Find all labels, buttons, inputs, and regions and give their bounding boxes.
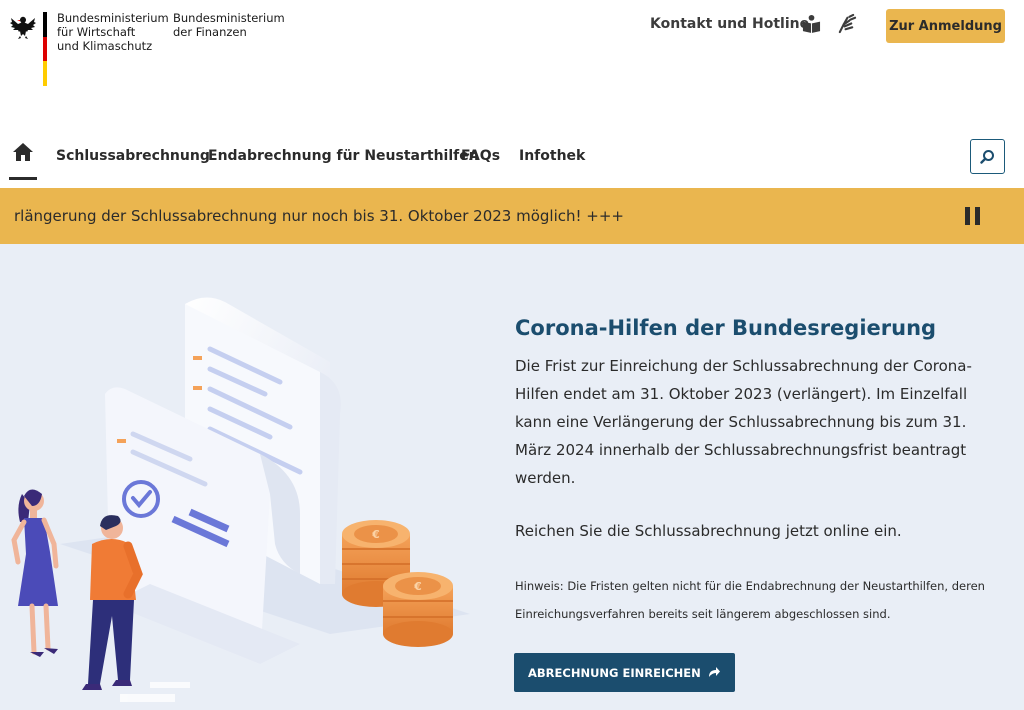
hero-illustration: € € xyxy=(11,297,470,702)
easy-language-book-icon[interactable] xyxy=(802,14,821,33)
ministry-logo-bmwk[interactable]: Bundesministerium für Wirtschaft und Kli… xyxy=(57,11,169,53)
hero-cta-text: Reichen Sie die Schlussabrechnung jetzt … xyxy=(515,522,902,540)
home-icon xyxy=(13,143,33,161)
sign-language-hands-icon[interactable] xyxy=(836,13,857,34)
contact-hotline-link[interactable]: Kontakt und Hotline xyxy=(650,16,809,32)
search-icon xyxy=(980,150,994,164)
hero-paragraph: Die Frist zur Einreichung der Schlussabr… xyxy=(515,357,972,487)
nav-item-infothek[interactable]: Infothek xyxy=(519,148,585,164)
share-arrow-icon xyxy=(709,667,720,677)
hero-title: Corona-Hilfen der Bundesregierung xyxy=(515,316,937,340)
search-button[interactable] xyxy=(970,139,1005,174)
hero-note: Hinweis: Die Fristen gelten nicht für di… xyxy=(515,579,985,621)
hero-section: € € Corona-Hilfen der Bundesregierung Di… xyxy=(0,244,1024,710)
ticker-text[interactable]: rlängerung der Schlussabrechnung nur noc… xyxy=(14,207,624,225)
pause-icon[interactable] xyxy=(965,207,981,225)
submit-settlement-button[interactable]: ABRECHNUNG EINREICHEN xyxy=(514,653,735,692)
site-header: Bundesministerium für Wirtschaft und Kli… xyxy=(0,0,1024,120)
nav-item-schlussabrechnung[interactable]: Schlussabrechnung xyxy=(56,148,210,164)
ministry-logo-bmf[interactable]: Bundesministerium der Finanzen xyxy=(173,11,285,39)
news-ticker: rlängerung der Schlussabrechnung nur noc… xyxy=(0,188,1024,244)
german-flag-bar xyxy=(43,12,47,86)
nav-item-endabrechnung[interactable]: Endabrechnung für Neustarthilfen xyxy=(208,148,479,164)
woman-figure xyxy=(11,489,59,657)
login-button[interactable]: Zur Anmeldung xyxy=(886,9,1005,43)
nav-home[interactable] xyxy=(9,136,37,180)
svg-text:€: € xyxy=(413,580,422,593)
submit-settlement-label: ABRECHNUNG EINREICHEN xyxy=(528,665,701,680)
nav-item-faqs[interactable]: FAQs xyxy=(461,148,500,164)
eagle-icon xyxy=(10,16,36,39)
main-navigation: Schlussabrechnung Endabrechnung für Neus… xyxy=(0,136,1024,184)
svg-text:€: € xyxy=(371,528,380,541)
